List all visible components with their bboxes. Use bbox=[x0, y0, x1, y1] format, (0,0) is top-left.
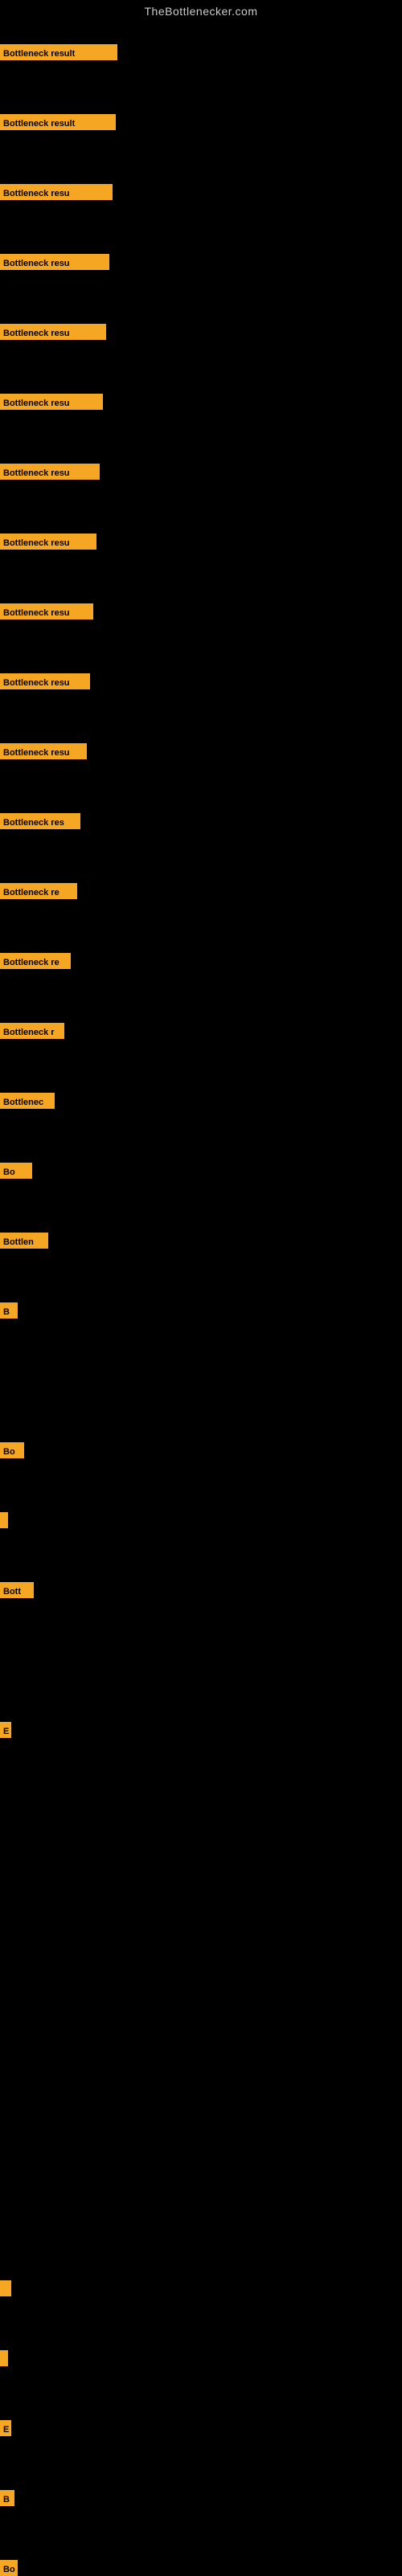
bar-row: E bbox=[0, 1722, 11, 1738]
bottleneck-result-label: Bottleneck resu bbox=[0, 534, 96, 550]
bottleneck-result-label: Bottleneck resu bbox=[0, 603, 93, 619]
bar-row: Bottleneck re bbox=[0, 883, 77, 899]
bottleneck-result-label: Bottleneck res bbox=[0, 813, 80, 829]
bar-row: Bottlenec bbox=[0, 1093, 55, 1109]
bar-row bbox=[0, 1512, 8, 1528]
bottleneck-result-label: B bbox=[0, 2490, 14, 2506]
bottleneck-result-label: Bottleneck re bbox=[0, 883, 77, 899]
bar-row: Bo bbox=[0, 2560, 18, 2576]
bar-row: Bottleneck r bbox=[0, 1023, 64, 1039]
bottleneck-result-label: Bottleneck resu bbox=[0, 254, 109, 270]
bar-row: Bottleneck re bbox=[0, 953, 71, 969]
bar-row: Bottleneck result bbox=[0, 44, 117, 60]
bottleneck-result-label: Bottlen bbox=[0, 1233, 48, 1249]
bar-row: E bbox=[0, 2420, 11, 2436]
bottleneck-result-label: Bottleneck result bbox=[0, 114, 116, 130]
bottleneck-result-label: E bbox=[0, 2420, 11, 2436]
bar-row: Bottleneck resu bbox=[0, 324, 106, 340]
bar-row bbox=[0, 2350, 8, 2366]
bottleneck-result-label: Bottlenec bbox=[0, 1093, 55, 1109]
bottleneck-result-label bbox=[0, 2350, 8, 2366]
bottleneck-result-label: Bottleneck re bbox=[0, 953, 71, 969]
site-title: TheBottlenecker.com bbox=[0, 0, 402, 22]
bottleneck-result-label: B bbox=[0, 1302, 18, 1319]
bottleneck-result-label: Bottleneck resu bbox=[0, 184, 113, 200]
bar-row: Bottleneck resu bbox=[0, 394, 103, 410]
bar-row: B bbox=[0, 1302, 18, 1319]
bottleneck-result-label: Bottleneck resu bbox=[0, 464, 100, 480]
bottleneck-result-label: Bo bbox=[0, 2560, 18, 2576]
bottleneck-result-label: Bottleneck resu bbox=[0, 673, 90, 689]
bottleneck-result-label: Bottleneck resu bbox=[0, 324, 106, 340]
bar-row: Bottleneck resu bbox=[0, 464, 100, 480]
bar-row bbox=[0, 2280, 11, 2296]
bar-row: Bo bbox=[0, 1442, 24, 1458]
bar-row: Bott bbox=[0, 1582, 34, 1598]
bottleneck-result-label: Bottleneck resu bbox=[0, 743, 87, 759]
bar-row: Bottleneck resu bbox=[0, 184, 113, 200]
bottleneck-result-label: Bottleneck r bbox=[0, 1023, 64, 1039]
bar-row: Bottleneck resu bbox=[0, 743, 87, 759]
bottleneck-result-label bbox=[0, 1512, 8, 1528]
bottleneck-result-label bbox=[0, 2280, 11, 2296]
bottleneck-result-label: Bott bbox=[0, 1582, 34, 1598]
bar-row: B bbox=[0, 2490, 14, 2506]
bar-row: Bottleneck res bbox=[0, 813, 80, 829]
bottleneck-result-label: Bo bbox=[0, 1442, 24, 1458]
bottleneck-result-label: Bo bbox=[0, 1163, 32, 1179]
bottleneck-result-label: Bottleneck result bbox=[0, 44, 117, 60]
bottleneck-result-label: E bbox=[0, 1722, 11, 1738]
bar-row: Bo bbox=[0, 1163, 32, 1179]
bar-row: Bottleneck resu bbox=[0, 603, 93, 619]
bar-row: Bottleneck resu bbox=[0, 673, 90, 689]
bar-row: Bottlen bbox=[0, 1233, 48, 1249]
bar-row: Bottleneck resu bbox=[0, 534, 96, 550]
bottleneck-result-label: Bottleneck resu bbox=[0, 394, 103, 410]
bar-row: Bottleneck result bbox=[0, 114, 116, 130]
bar-row: Bottleneck resu bbox=[0, 254, 109, 270]
